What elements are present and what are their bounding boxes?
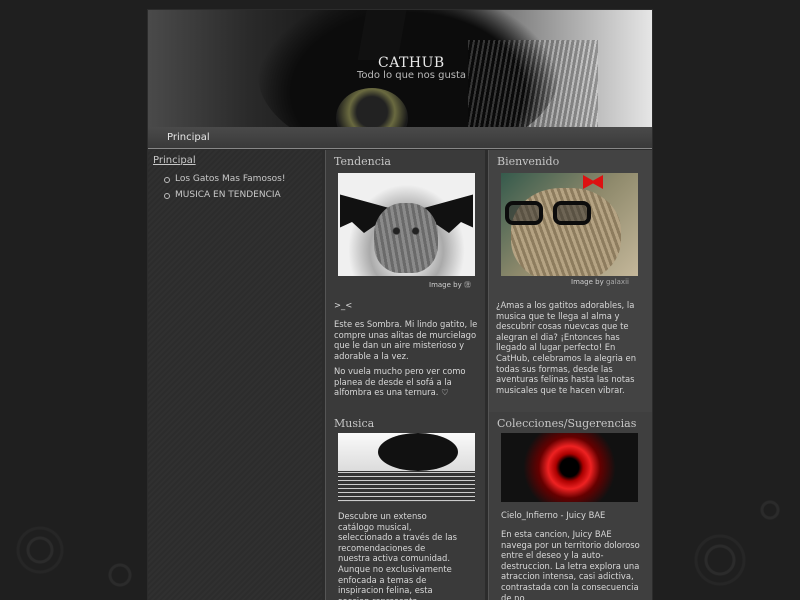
panel-title-musica: Musica [334,417,375,430]
site-tagline: Todo lo que nos gusta [357,70,467,81]
red-eye-image[interactable] [501,433,638,502]
sidebar: Principal Los Gatos Mas Famosos! MUSICA … [148,150,322,600]
image-credit-author[interactable]: ㊟ [464,280,471,290]
nav-bar: Principal [148,127,652,149]
music-paragraph: Descubre un extenso catálogo musical, se… [338,511,457,600]
panel-colecciones: Colecciones/Sugerencias Cielo_Infierno -… [488,412,652,600]
red-bow-icon [583,175,603,189]
glasses-lens-left [505,201,543,225]
post-heading: >_< [334,300,353,310]
panel-tendencia: Tendencia Image by ㊟ >_< Este es Sombra.… [325,150,485,412]
glasses-icon [505,201,597,227]
guitar-strings [338,471,475,501]
post-paragraph-1: Este es Sombra. Mi lindo gatito, le comp… [334,319,478,361]
header-banner: CATHUB Todo lo que nos gusta [148,10,652,127]
image-credit-label: Image by [429,281,462,289]
page-container: CATHUB Todo lo que nos gusta Principal P… [147,9,653,600]
image-credit-author[interactable]: galaxii [606,278,629,286]
nav-link-principal[interactable]: Principal [167,132,210,143]
panel-title-tendencia: Tendencia [334,155,391,168]
image-credit-label: Image by [571,278,604,286]
glasses-cat-image[interactable] [501,173,638,276]
panel-musica: Musica Descubre un extenso catálogo musi… [325,412,485,600]
music-image-shape [378,433,458,471]
song-paragraph: En esta cancion, Juicy BAE navega por un… [501,529,640,600]
glasses-lens-right [553,201,591,225]
sidebar-title-principal[interactable]: Principal [153,155,196,166]
sidebar-link-musica-tendencia[interactable]: MUSICA EN TENDENCIA [163,190,285,200]
sidebar-link-gatos-famosos[interactable]: Los Gatos Mas Famosos! [163,174,285,184]
image-credit: Image by ㊟ [429,280,471,290]
kitten-figure [374,203,438,273]
image-credit: Image by galaxii [571,278,629,286]
site-title[interactable]: CATHUB [378,55,445,71]
panel-title-bienvenido: Bienvenido [497,155,560,168]
banner-fur-texture [468,40,598,127]
bat-cat-image[interactable] [338,173,475,276]
welcome-paragraph: ¿Amas a los gatitos adorables, la musica… [496,300,637,395]
post-paragraph-2: No vuela mucho pero ver como planea de d… [334,366,466,398]
sidebar-list: Los Gatos Mas Famosos! MUSICA EN TENDENC… [163,174,285,206]
panel-bienvenido: Bienvenido Image by galaxii ¿Amas a los … [488,150,652,412]
song-title: Cielo_Infierno - Juicy BAE [501,510,606,520]
music-image[interactable] [338,433,475,502]
panel-title-colecciones: Colecciones/Sugerencias [497,417,637,430]
